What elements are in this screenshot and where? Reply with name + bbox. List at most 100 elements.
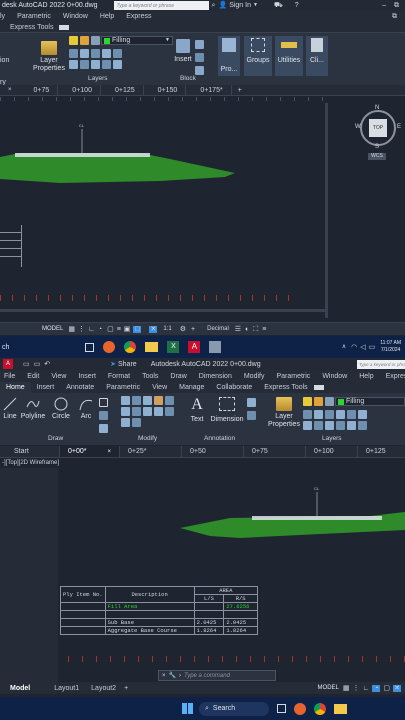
top-vertical-scrollbar[interactable]	[325, 103, 328, 318]
ribbon-toggle[interactable]	[59, 24, 70, 30]
menu-item-insert[interactable]: Insert	[72, 370, 102, 382]
tab-annotate[interactable]: Annotate	[60, 382, 100, 393]
autocad-icon[interactable]: A	[188, 341, 201, 353]
autocad-app-icon[interactable]: A	[3, 359, 13, 369]
move-icon[interactable]	[121, 396, 130, 405]
tab-collaborate[interactable]: Collaborate	[210, 382, 258, 393]
lightbulb-icon[interactable]	[303, 397, 312, 406]
file-tab[interactable]: 0+75	[26, 85, 59, 95]
layers-panel-label[interactable]: Layers	[88, 75, 108, 82]
close-icon[interactable]: ×	[8, 87, 12, 93]
close-icon[interactable]: ×	[107, 449, 111, 455]
file-tab[interactable]: 0+100	[64, 85, 101, 95]
menu-item-parametric[interactable]: Parametric	[270, 370, 316, 382]
mirror-icon[interactable]	[121, 407, 130, 416]
units-dropdown[interactable]: Decimal	[207, 326, 229, 332]
insert-button[interactable]: Insert	[174, 39, 192, 63]
layer-tool-icon[interactable]	[80, 60, 89, 69]
polar-icon[interactable]: ◔	[98, 326, 102, 333]
customize-icon[interactable]: ≡	[262, 326, 266, 333]
tab-model[interactable]: Model	[0, 682, 36, 694]
compass-n[interactable]: N	[375, 105, 379, 111]
layer-tool-icon[interactable]	[102, 49, 111, 58]
menu-item-express[interactable]: Express	[380, 370, 405, 382]
layer-tool-icon[interactable]	[91, 49, 100, 58]
layer-tool-icon[interactable]	[336, 421, 345, 430]
firefox-icon[interactable]	[294, 702, 306, 715]
block-tool-icon[interactable]	[195, 66, 204, 75]
layer-tool-icon[interactable]	[314, 421, 323, 430]
layer-tool-icon[interactable]	[80, 49, 89, 58]
lock-icon[interactable]	[325, 397, 334, 406]
layer-dropdown[interactable]: Filling ▼	[101, 36, 173, 45]
lineweight-icon[interactable]: ≡	[117, 326, 121, 333]
command-input[interactable]: Type a command	[184, 673, 230, 679]
wifi-icon[interactable]: ◠	[351, 344, 357, 351]
circle-button[interactable]: Circle	[50, 397, 72, 420]
file-tab-start[interactable]: Start	[0, 446, 60, 457]
undo-icon[interactable]: ↶	[44, 361, 50, 368]
taskbar-search-fragment[interactable]: ch	[2, 344, 9, 351]
menu-item-edit[interactable]: Edit	[21, 370, 45, 382]
battery-icon[interactable]: ▭	[369, 344, 376, 351]
utilities-button[interactable]: Utilities	[275, 36, 303, 76]
layer-tool-icon[interactable]	[358, 421, 367, 430]
tab-view[interactable]: View	[146, 382, 173, 393]
grid-icon[interactable]: ▦	[68, 326, 75, 333]
viewcube-top-face[interactable]: TOP	[369, 119, 387, 137]
tab-express-tools[interactable]: Express Tools	[0, 22, 59, 32]
layer-tool-icon[interactable]	[325, 410, 334, 419]
bottom-drawing-area[interactable]: -][Top][2D Wireframe] CL Ply Item No. De…	[0, 458, 405, 682]
block-panel-label[interactable]: Block	[180, 75, 196, 82]
annotation-icon[interactable]: ✕	[149, 325, 158, 333]
properties-button[interactable]: Pro...	[218, 36, 240, 76]
bottom-search-input[interactable]: Type a keyword or phrase	[357, 359, 405, 369]
menu-item-help[interactable]: Help	[94, 11, 120, 22]
save-icon[interactable]: ▭	[34, 361, 41, 368]
file-tab[interactable]: 0+50	[182, 446, 244, 457]
file-tab[interactable]: 0+150	[150, 85, 187, 95]
model-space-button[interactable]: MODEL	[42, 326, 63, 332]
osnap-icon[interactable]: ▢	[107, 326, 114, 333]
draw-panel-label[interactable]: Draw	[48, 435, 63, 442]
firefox-icon[interactable]	[103, 341, 116, 353]
ortho-icon[interactable]: ∟	[363, 685, 370, 692]
menu-item-express[interactable]: Express	[120, 11, 157, 22]
taskbar-search[interactable]: ⌕ Search	[199, 701, 269, 716]
arc-button[interactable]: Arc	[76, 397, 96, 420]
menu-item-parametric[interactable]: Parametric	[11, 11, 57, 22]
file-tab[interactable]: 0+125	[358, 446, 394, 457]
block-tool-icon[interactable]	[195, 53, 204, 62]
sign-in-button[interactable]: Sign In	[229, 2, 251, 9]
modify-panel-label[interactable]: Modify	[138, 435, 157, 442]
line-button[interactable]: Line	[2, 397, 18, 420]
explode-icon[interactable]	[143, 407, 152, 416]
menu-item-file[interactable]: File	[0, 370, 21, 382]
file-tab[interactable]: 0+175*	[192, 85, 232, 95]
compass-e[interactable]: E	[397, 124, 401, 130]
help-icon[interactable]: ?	[295, 2, 299, 9]
leader-icon[interactable]	[247, 398, 256, 407]
ortho-icon[interactable]: ∟	[88, 326, 95, 333]
clock[interactable]: 11:07 AM 7/1/2024	[380, 340, 401, 354]
file-tab[interactable]: 0+100	[306, 446, 358, 457]
grid-icon[interactable]: ▦	[343, 685, 350, 692]
menu-item-ly[interactable]: ly	[0, 11, 11, 22]
layer-tool-icon[interactable]	[325, 421, 334, 430]
restore-icon[interactable]: ⧉	[394, 2, 399, 9]
gradient-icon[interactable]	[99, 424, 108, 433]
layer-tool-icon[interactable]	[336, 410, 345, 419]
layer-tool-icon[interactable]	[113, 60, 122, 69]
menu-item-tools[interactable]: Tools	[136, 370, 164, 382]
top-search-input[interactable]: Type a keyword or phrase	[113, 1, 209, 10]
quick-properties-icon[interactable]: ☰	[235, 326, 241, 333]
snap-icon[interactable]: ⋮	[78, 326, 85, 333]
plus-icon[interactable]: +	[191, 326, 195, 333]
folder-icon[interactable]	[145, 342, 159, 352]
bottom-layer-properties-button[interactable]: Layer Properties	[268, 397, 300, 429]
menu-item-modify[interactable]: Modify	[238, 370, 271, 382]
menu-item-view[interactable]: View	[45, 370, 72, 382]
text-button[interactable]: A Text	[188, 397, 206, 424]
tab-manage[interactable]: Manage	[173, 382, 210, 393]
table-icon[interactable]	[247, 411, 256, 420]
